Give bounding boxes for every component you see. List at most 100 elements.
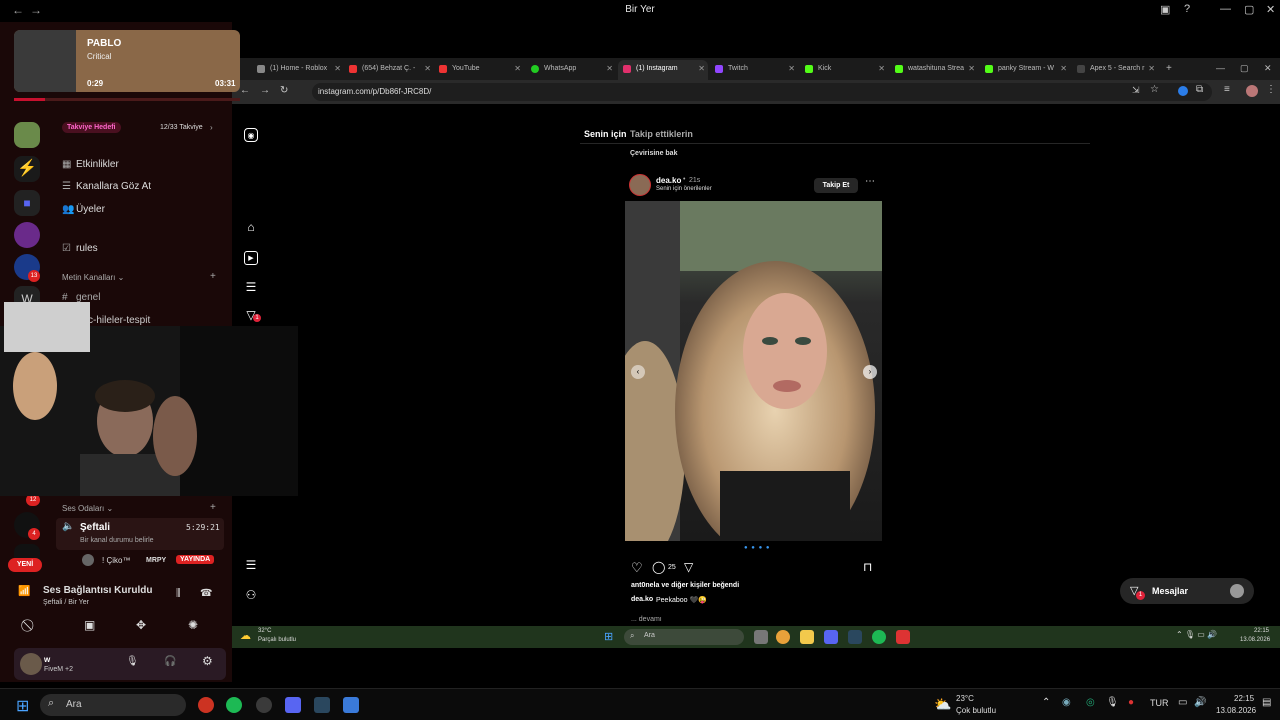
weather-desc[interactable]: Çok bulutlu — [956, 706, 996, 715]
inner-start-icon[interactable]: ⊞ — [604, 630, 613, 643]
new-tab-icon[interactable]: + — [1166, 63, 1172, 74]
inner-chrome-icon[interactable] — [776, 630, 790, 644]
browser-menu-icon[interactable]: ⋮ — [1266, 84, 1276, 95]
tray-steam-icon[interactable]: ◉ — [1062, 697, 1071, 708]
voice-user-1[interactable]: ! Çiko™ — [102, 556, 130, 565]
tab-kick-stream-2[interactable]: panky Stream - W ✕ — [980, 60, 1070, 80]
tab-roblox[interactable]: (1) Home - Roblox ✕ — [252, 60, 344, 80]
tab-for-you[interactable]: Senin için — [584, 129, 627, 139]
text-channels-category[interactable]: Metin Kanalları ⌄ — [62, 273, 124, 282]
tray-record-icon[interactable]: ● — [1128, 697, 1134, 708]
guild-folder-icon[interactable]: ■ — [14, 190, 40, 216]
mic-icon[interactable]: 🎙 — [126, 656, 139, 667]
clock-time[interactable]: 22:15 — [1234, 694, 1254, 703]
tab-behzat[interactable]: (654) Behzat Ç. - ✕ — [344, 60, 434, 80]
playlist-icon[interactable]: ≡ — [1224, 84, 1230, 95]
guild-icon-3[interactable] — [14, 222, 40, 248]
instagram-logo-icon[interactable]: ◉ — [244, 128, 258, 142]
browser-minimize-icon[interactable]: — — [1216, 63, 1225, 73]
weather-temp[interactable]: 23°C — [956, 694, 974, 703]
tray-chevron-icon[interactable]: ⌃ — [1042, 697, 1050, 708]
voice-channel-seftali[interactable]: 🔈 Şeftali 5:29:21 Bir kanal durumu belir… — [56, 518, 224, 550]
inner-steam-icon[interactable] — [848, 630, 862, 644]
user-status[interactable]: FiveM +2 — [44, 666, 73, 673]
disconnect-icon[interactable]: ☎ — [200, 588, 212, 599]
tab-whatsapp[interactable]: WhatsApp ✕ — [526, 60, 616, 80]
clock-date[interactable]: 13.08.2026 — [1216, 706, 1256, 715]
more-menu-icon[interactable]: ☰ — [244, 558, 258, 572]
tab-kick[interactable]: Kick ✕ — [800, 60, 888, 80]
add-text-channel-icon[interactable]: + — [210, 271, 216, 282]
reels-icon[interactable]: ▶ — [244, 251, 258, 265]
caption-username[interactable]: dea.ko — [631, 596, 653, 603]
share-icon[interactable]: ▽ — [684, 560, 693, 574]
inner-taskview-icon[interactable] — [754, 630, 768, 644]
meta-apps-icon[interactable]: ⚇ — [244, 588, 258, 602]
headphones-icon[interactable]: 🎧 — [164, 656, 176, 667]
browser-close-icon[interactable]: ✕ — [1264, 63, 1272, 74]
browser-forward-icon[interactable]: → — [260, 85, 270, 96]
feed-filter-icon[interactable]: ☰ — [244, 280, 258, 294]
start-icon[interactable]: ⊞ — [16, 696, 29, 716]
language-indicator[interactable]: TUR — [1150, 698, 1169, 708]
extensions-puzzle-icon[interactable]: ⧉ — [1196, 84, 1203, 95]
like-icon[interactable]: ♡ — [631, 560, 643, 576]
boost-goal-label[interactable]: Takviye Hedefi — [62, 122, 121, 133]
media-progress-track[interactable] — [14, 98, 240, 101]
screen-share-icon[interactable]: ▣ — [84, 618, 95, 632]
maximize-icon[interactable]: ▢ — [1244, 3, 1254, 16]
volume-icon[interactable]: 🔊 — [1194, 697, 1206, 708]
tab-youtube[interactable]: YouTube ✕ — [434, 60, 524, 80]
save-bookmark-icon[interactable]: ⊓ — [863, 560, 872, 574]
discord-icon[interactable] — [285, 697, 301, 713]
reload-icon[interactable]: ↻ — [280, 85, 288, 96]
network-icon[interactable]: ▭ — [1178, 697, 1187, 708]
spotify-icon[interactable] — [226, 697, 242, 713]
post-image[interactable]: ‹ › — [625, 201, 882, 541]
inner-spotify-icon[interactable] — [872, 630, 886, 644]
inbox-icon[interactable]: ▣ — [1160, 3, 1170, 16]
connection-subtitle[interactable]: Şeftali / Bir Yer — [43, 599, 89, 606]
tab-kick-stream-1[interactable]: watashituna Strea ✕ — [890, 60, 978, 80]
minimize-icon[interactable]: — — [1220, 3, 1231, 15]
window-app-icon[interactable] — [343, 697, 359, 713]
notification-icon[interactable]: ▤ — [1262, 697, 1271, 708]
url-field[interactable]: instagram.com/p/Db86f-JRC8D/ — [312, 83, 1212, 101]
translate-link[interactable]: Çevirisine bak — [630, 150, 677, 157]
inner-search-box[interactable]: ⌕ Ara — [624, 629, 744, 645]
browser-back-icon[interactable]: ← — [240, 85, 250, 96]
post-avatar[interactable] — [629, 174, 651, 196]
home-icon[interactable]: ⌂ — [244, 220, 258, 234]
add-voice-channel-icon[interactable]: + — [210, 502, 216, 513]
install-app-icon[interactable]: ⇲ — [1132, 85, 1140, 96]
inner-discord-icon[interactable] — [824, 630, 838, 644]
bookmark-star-icon[interactable]: ☆ — [1150, 84, 1159, 95]
profile-avatar[interactable] — [1246, 85, 1258, 97]
prev-image-icon[interactable]: ‹ — [631, 365, 645, 379]
steam-icon[interactable] — [314, 697, 330, 713]
opera-icon[interactable] — [198, 697, 214, 713]
soundboard-icon[interactable]: ✺ — [188, 618, 198, 632]
post-username[interactable]: dea.ko — [656, 176, 681, 185]
channel-members[interactable]: 👥 Üyeler — [62, 204, 105, 215]
tab-following[interactable]: Takip ettiklerin — [630, 129, 693, 139]
follow-button[interactable]: Takip Et — [814, 178, 858, 193]
channel-browse[interactable]: ☰ Kanallara Göz At — [62, 181, 151, 192]
inner-app-icon[interactable] — [896, 630, 910, 644]
voice-user-avatar[interactable] — [82, 554, 94, 566]
tab-instagram[interactable]: (1) Instagram ✕ — [618, 60, 708, 80]
comment-icon[interactable]: ◯ — [652, 560, 665, 574]
channel-rules[interactable]: ☑ rules — [62, 243, 98, 254]
tray-app-icon[interactable]: ◎ — [1086, 697, 1095, 708]
tab-twitch[interactable]: Twitch ✕ — [710, 60, 798, 80]
extension-icon[interactable] — [1178, 86, 1188, 96]
browser-restore-icon[interactable]: ▢ — [1240, 63, 1249, 74]
noise-suppression-icon[interactable]: ⫼ — [176, 588, 181, 599]
app-icon[interactable] — [256, 697, 272, 713]
guild-icon-2[interactable]: ⚡ — [14, 156, 40, 182]
boost-count[interactable]: 12/33 Takviye — [160, 124, 203, 131]
close-icon[interactable]: ✕ — [1266, 3, 1275, 16]
help-icon[interactable]: ? — [1184, 3, 1190, 15]
liked-by-text[interactable]: ant0nela ve diğer kişiler beğendi — [631, 582, 739, 589]
activities-icon[interactable]: ✥ — [136, 618, 146, 632]
